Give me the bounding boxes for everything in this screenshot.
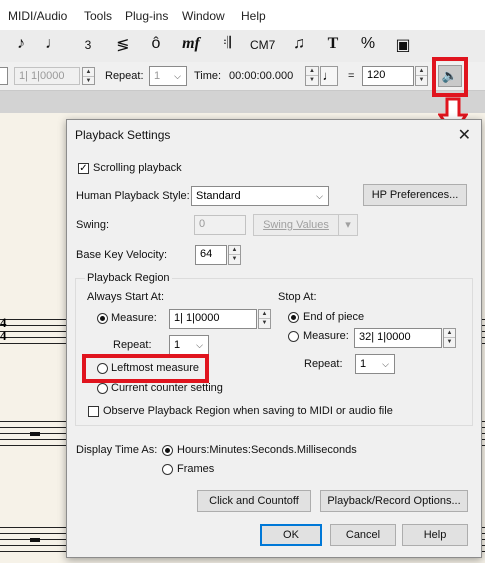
hairpin-icon[interactable]: ≶ — [112, 35, 134, 55]
equals-label: = — [348, 70, 355, 82]
divider-bar — [0, 91, 485, 113]
tempo-spinner[interactable]: ▲ ▼ — [415, 66, 428, 86]
scrolling-playback-label: Scrolling playback — [93, 162, 182, 174]
menu-window[interactable]: Window — [182, 9, 225, 23]
chord-icon[interactable]: CM7 — [250, 38, 275, 52]
start-repeat-select[interactable]: 1 ⌵ — [169, 335, 209, 355]
hp-preferences-button[interactable]: HP Preferences... — [363, 184, 467, 206]
observe-region-label: Observe Playback Region when saving to M… — [103, 405, 393, 417]
human-playback-select[interactable]: Standard ⌵ — [191, 186, 329, 206]
menu-bar: MIDI/Audio Tools Plug-ins Window Help — [0, 0, 485, 30]
playback-settings-dialog: Playback Settings ✕ ✓ Scrolling playback… — [66, 119, 482, 558]
repeat-select[interactable]: 1 ⌵ — [149, 66, 187, 86]
swing-values-button[interactable]: Swing Values — [253, 214, 339, 236]
human-playback-label: Human Playback Style: — [76, 190, 190, 202]
stop-measure-label: Measure: — [303, 330, 349, 342]
dialog-title: Playback Settings — [75, 128, 171, 142]
base-key-velocity-label: Base Key Velocity: — [76, 249, 168, 261]
stop-repeat-label: Repeat: — [304, 358, 343, 370]
cancel-button[interactable]: Cancel — [330, 524, 396, 546]
repeat-label: Repeat: — [105, 70, 144, 82]
chevron-down-icon: ⌵ — [316, 191, 323, 201]
current-counter-radio[interactable] — [97, 383, 108, 394]
time-format-hms-radio[interactable] — [162, 445, 173, 456]
start-measure-spinner[interactable]: ▲ ▼ — [258, 309, 271, 329]
counter-spinner[interactable]: ▲ ▼ — [82, 67, 95, 85]
ok-button[interactable]: OK — [260, 524, 322, 546]
click-countoff-button[interactable]: Click and Countoff — [197, 490, 311, 512]
swing-values-dropdown[interactable]: ▾ — [338, 214, 358, 236]
base-key-velocity-field[interactable]: 64 — [195, 245, 227, 265]
playback-controls-bar: 1| 1|0000 ▲ ▼ Repeat: 1 ⌵ Time: 00:00:00.0… — [0, 62, 485, 91]
counter-field[interactable]: 1| 1|0000 — [14, 67, 80, 85]
stop-repeat-value: 1 — [360, 358, 367, 370]
end-of-piece-label: End of piece — [303, 311, 365, 323]
menu-tools[interactable]: Tools — [84, 9, 112, 23]
articulation-icon[interactable]: ô — [145, 35, 167, 53]
playback-region-label: Playback Region — [85, 272, 172, 284]
time-signature-bottom: 4 — [0, 328, 7, 343]
eighth-note-icon[interactable]: ♪ — [10, 35, 32, 53]
time-label: Time: — [194, 70, 222, 82]
page-icon[interactable]: ▣ — [392, 35, 414, 55]
observe-region-checkbox[interactable] — [88, 406, 99, 417]
time-format-hms-label: Hours:Minutes:Seconds.Milliseconds — [177, 444, 357, 456]
stop-at-label: Stop At: — [278, 291, 317, 303]
scrolling-playback-checkbox[interactable]: ✓ — [78, 163, 89, 174]
base-key-velocity-spinner[interactable]: ▲ ▼ — [228, 245, 241, 265]
time-format-frames-radio[interactable] — [162, 464, 173, 475]
always-start-at-label: Always Start At: — [87, 291, 165, 303]
stop-measure-field[interactable]: 32| 1|0000 — [354, 328, 442, 348]
left-edge-field[interactable] — [0, 67, 8, 85]
chevron-down-icon: ▾ — [345, 219, 351, 231]
current-counter-label: Current counter setting — [111, 382, 223, 394]
speaker-highlight-box — [432, 57, 468, 97]
start-measure-field[interactable]: 1| 1|0000 — [169, 309, 257, 329]
human-playback-value: Standard — [196, 190, 241, 202]
tool-palette: ♪ ♩ 3 ≶ ô mf 𝄇 CM7 ♫ T % ▣ — [0, 30, 485, 63]
stop-measure-radio[interactable] — [288, 331, 299, 342]
expression-icon[interactable]: ♫ — [288, 35, 310, 53]
menu-midi-audio[interactable]: MIDI/Audio — [8, 9, 67, 23]
start-repeat-label: Repeat: — [113, 339, 152, 351]
stop-repeat-select[interactable]: 1 ⌵ — [355, 354, 395, 374]
start-measure-radio[interactable] — [97, 313, 108, 324]
time-format-frames-label: Frames — [177, 463, 215, 475]
swing-label: Swing: — [76, 219, 110, 231]
start-repeat-value: 1 — [174, 339, 181, 351]
repeat-select-value: 1 — [154, 70, 161, 82]
time-value: 00:00:00.000 — [229, 70, 294, 82]
dynamics-icon[interactable]: mf — [180, 35, 202, 53]
end-of-piece-radio[interactable] — [288, 312, 299, 323]
playback-record-options-button[interactable]: Playback/Record Options... — [320, 490, 468, 512]
stop-measure-spinner[interactable]: ▲ ▼ — [443, 328, 456, 348]
tuplet-icon[interactable]: 3 — [77, 38, 99, 52]
repeat-icon[interactable]: 𝄇 — [216, 35, 238, 53]
swing-field[interactable]: 0 — [194, 215, 246, 235]
text-icon[interactable]: T — [322, 35, 344, 53]
close-icon[interactable]: ✕ — [458, 125, 471, 145]
start-measure-label: Measure: — [111, 312, 157, 324]
display-time-as-label: Display Time As: — [76, 444, 158, 456]
quarter-note-icon[interactable]: ♩ — [320, 66, 338, 86]
chevron-down-icon: ⌵ — [382, 359, 389, 369]
percent-icon[interactable]: % — [357, 35, 379, 53]
help-button[interactable]: Help — [402, 524, 468, 546]
chevron-down-icon: ⌵ — [174, 71, 181, 81]
menu-plug-ins[interactable]: Plug-ins — [125, 9, 168, 23]
tempo-field[interactable]: 120 — [362, 66, 414, 86]
leftmost-measure-highlight-box — [82, 354, 209, 383]
menu-help[interactable]: Help — [241, 9, 266, 23]
mic-icon[interactable]: ♩ — [42, 35, 64, 53]
tempo-unit-spinner[interactable]: ▲ ▼ — [305, 66, 319, 86]
whole-rest-icon — [30, 432, 40, 436]
chevron-down-icon: ⌵ — [196, 340, 203, 350]
whole-rest-icon — [30, 538, 40, 542]
